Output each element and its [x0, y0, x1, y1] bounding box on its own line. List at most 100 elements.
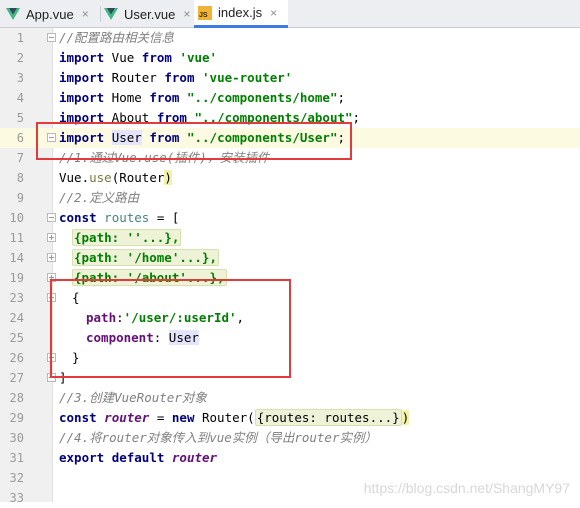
variable: router	[104, 410, 150, 425]
keyword: import	[59, 90, 105, 105]
method-call: use	[89, 170, 112, 185]
line-number: 9	[16, 191, 24, 205]
code-text: ;	[352, 110, 361, 125]
expand-fold-icon[interactable]	[47, 233, 56, 242]
close-icon[interactable]: ×	[270, 6, 277, 20]
code-line[interactable]: 14 {path: '/home'...},	[0, 248, 580, 268]
code-editor[interactable]: 1 //配置路由相关信息 2 import Vue from 'vue' 3 i…	[0, 28, 580, 505]
code-line[interactable]: 30 //4.将router对象传入到vue实例（导出router实例）	[0, 428, 580, 448]
code-text: =	[149, 410, 172, 425]
line-number: 11	[9, 231, 24, 245]
brace-match: )	[164, 170, 172, 185]
code-line[interactable]: 10 const routes = [	[0, 208, 580, 228]
line-number: 29	[9, 411, 24, 425]
folded-region[interactable]: {path: '/home'...},	[72, 249, 219, 266]
string-literal: 'vue-router'	[202, 70, 293, 85]
tab-index-js[interactable]: JS index.js ×	[194, 0, 288, 28]
tab-label: User.vue	[124, 6, 176, 22]
fold-icon[interactable]	[47, 33, 56, 42]
comment: //4.将router对象传入到vue实例（导出router实例）	[59, 430, 377, 445]
fold-icon[interactable]	[47, 213, 56, 222]
code-line[interactable]: 31 export default router	[0, 448, 580, 468]
line-number: 3	[16, 71, 24, 85]
line-number: 2	[16, 51, 24, 65]
js-file-icon: JS	[198, 5, 212, 20]
annotation-box	[50, 279, 291, 378]
line-number: 8	[16, 171, 24, 185]
vue-icon	[6, 8, 20, 20]
keyword: new	[171, 410, 195, 425]
string-literal: 'vue'	[179, 50, 218, 65]
keyword: from	[149, 90, 180, 105]
line-number: 24	[9, 311, 24, 325]
line-number: 10	[9, 211, 24, 225]
tab-divider	[100, 6, 101, 22]
code-text: (Router	[111, 170, 165, 185]
keyword: const	[59, 410, 97, 425]
code-line[interactable]: 1 //配置路由相关信息	[0, 28, 580, 48]
tab-label: App.vue	[26, 6, 74, 22]
code-text: Router	[104, 70, 165, 85]
folded-region[interactable]: {path: ''...},	[72, 229, 182, 246]
code-text: Router(	[194, 410, 255, 425]
line-number: 4	[16, 91, 24, 105]
close-icon[interactable]: ×	[183, 7, 190, 21]
keyword: default	[111, 450, 165, 465]
code-line[interactable]: 29 const router = new Router({routes: ro…	[0, 408, 580, 428]
code-line[interactable]: 3 import Router from 'vue-router'	[0, 68, 580, 88]
line-number: 7	[16, 151, 24, 165]
line-number: 5	[16, 111, 24, 125]
keyword: import	[59, 70, 105, 85]
string-literal: "../components/home"	[186, 90, 338, 105]
folded-region[interactable]: {routes: routes...}	[254, 409, 402, 426]
tab-app-vue[interactable]: App.vue ×	[6, 0, 96, 28]
line-number: 30	[9, 431, 24, 445]
line-number: 6	[16, 131, 24, 145]
brace-match: )	[401, 410, 410, 425]
editor-tab-bar: App.vue × User.vue × JS index.js ×	[0, 0, 580, 28]
variable: routes	[104, 210, 150, 225]
keyword: from	[141, 50, 172, 65]
line-number: 19	[9, 271, 24, 285]
line-number: 28	[9, 391, 24, 405]
code-text: Vue.	[59, 170, 90, 185]
code-text: Home	[104, 90, 150, 105]
annotation-box	[36, 122, 352, 160]
variable: router	[171, 450, 218, 465]
code-line[interactable]: 11 {path: ''...},	[0, 228, 580, 248]
keyword: export	[59, 450, 105, 465]
line-number: 33	[9, 491, 24, 505]
tab-user-vue[interactable]: User.vue ×	[104, 0, 192, 28]
code-text: = [	[149, 210, 180, 225]
line-number: 23	[9, 291, 24, 305]
comment: //配置路由相关信息	[59, 30, 175, 45]
code-line[interactable]: 9 //2.定义路由	[0, 188, 580, 208]
code-line[interactable]: 28 //3.创建VueRouter对象	[0, 388, 580, 408]
tab-label: index.js	[218, 5, 263, 20]
line-number: 25	[9, 331, 24, 345]
watermark: https://blog.csdn.net/ShangMY97	[363, 480, 570, 496]
keyword: import	[59, 50, 105, 65]
keyword: from	[164, 70, 195, 85]
keyword: const	[59, 210, 97, 225]
code-text: ;	[337, 90, 345, 105]
line-number: 27	[9, 371, 24, 385]
code-text: Vue	[104, 50, 142, 65]
line-number: 32	[9, 471, 24, 485]
close-icon[interactable]: ×	[82, 7, 89, 21]
line-number: 14	[9, 251, 24, 265]
line-number: 26	[9, 351, 24, 365]
code-line[interactable]: 2 import Vue from 'vue'	[0, 48, 580, 68]
comment: //3.创建VueRouter对象	[59, 390, 207, 405]
code-line[interactable]: 8 Vue.use(Router)	[0, 168, 580, 188]
comment: //2.定义路由	[59, 190, 140, 205]
expand-fold-icon[interactable]	[47, 253, 56, 262]
vue-icon	[104, 8, 118, 20]
line-number: 1	[16, 31, 24, 45]
code-line[interactable]: 4 import Home from "../components/home";	[0, 88, 580, 108]
line-number: 31	[9, 451, 24, 465]
